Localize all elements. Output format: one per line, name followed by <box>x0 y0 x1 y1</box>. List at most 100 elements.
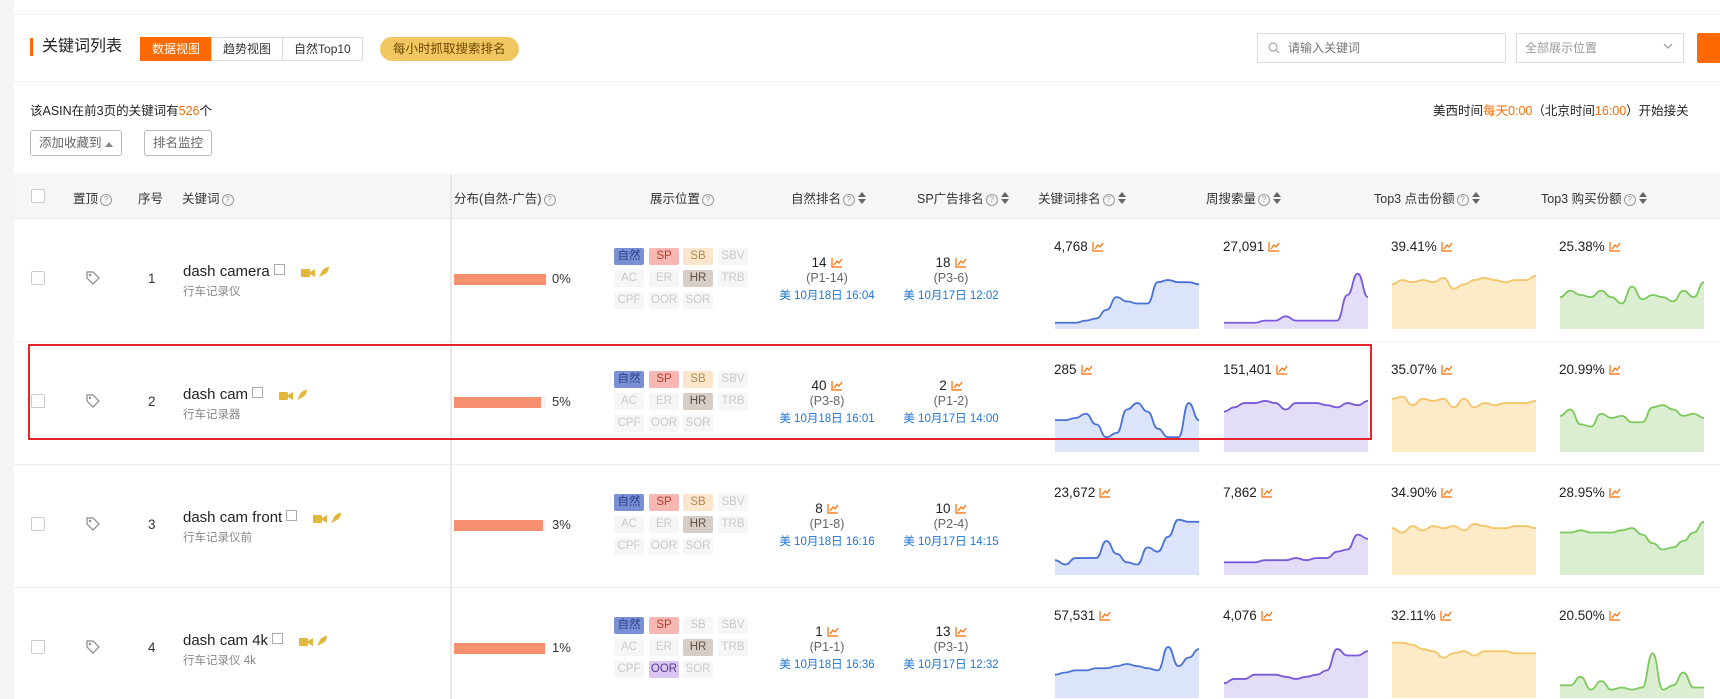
rocket-icon[interactable] <box>330 512 342 524</box>
help-icon[interactable]: ? <box>1258 194 1271 206</box>
trend-chart-icon[interactable] <box>1609 610 1621 621</box>
copy-icon[interactable] <box>272 633 284 644</box>
col-weekly-search[interactable]: 周搜索量? <box>1206 188 1282 207</box>
col-top3-click[interactable]: Top3 点击份额? <box>1374 188 1480 207</box>
help-icon[interactable]: ? <box>221 194 234 206</box>
trend-chart-icon[interactable] <box>1099 610 1111 621</box>
sparkline[interactable] <box>1391 507 1537 575</box>
view-tab-data[interactable]: 数据视图 <box>140 37 213 61</box>
sort-icon[interactable] <box>1117 192 1126 204</box>
keyword-count: 526 <box>178 104 200 118</box>
col-sp-rank[interactable]: SP广告排名? <box>917 188 1009 207</box>
help-icon[interactable]: ? <box>1102 194 1115 206</box>
keyword-text[interactable]: dash camera <box>183 263 330 280</box>
trend-chart-icon[interactable] <box>830 257 843 268</box>
col-keyword-rank[interactable]: 关键词排名? <box>1038 188 1126 207</box>
sort-icon[interactable] <box>858 192 867 204</box>
trend-chart-icon[interactable] <box>954 257 967 268</box>
sparkline[interactable] <box>1559 630 1705 698</box>
row-checkbox[interactable] <box>31 271 45 285</box>
trend-chart-icon[interactable] <box>1609 487 1621 498</box>
trend-chart-icon[interactable] <box>1441 487 1453 498</box>
pin-tag-icon[interactable] <box>85 639 101 655</box>
sparkline[interactable] <box>1054 630 1200 698</box>
trend-chart-icon[interactable] <box>954 503 967 514</box>
help-icon[interactable]: ? <box>100 194 113 206</box>
sp-time[interactable]: 美 10月17日 12:02 <box>891 287 1011 303</box>
trend-chart-icon[interactable] <box>1440 610 1452 621</box>
keyword-text[interactable]: dash cam front <box>183 509 342 526</box>
help-icon[interactable]: ? <box>702 194 715 206</box>
help-icon[interactable]: ? <box>1623 194 1636 206</box>
sparkline[interactable] <box>1391 384 1537 452</box>
trend-chart-icon[interactable] <box>1268 241 1280 252</box>
view-tab-top10[interactable]: 自然Top10 <box>282 37 363 61</box>
trend-chart-icon[interactable] <box>1092 241 1104 252</box>
pin-tag-icon[interactable] <box>85 270 101 286</box>
trend-chart-icon[interactable] <box>1441 364 1453 375</box>
sort-icon[interactable] <box>1000 192 1009 204</box>
sparkline[interactable] <box>1559 384 1705 452</box>
keyword-list-page: 关键词列表 数据视图 趋势视图 自然Top10 每小时抓取搜索排名 全部展示位置… <box>0 0 1720 699</box>
col-top3-purchase[interactable]: Top3 购买份额? <box>1541 188 1647 207</box>
help-icon[interactable]: ? <box>985 194 998 206</box>
export-button[interactable] <box>1697 33 1720 63</box>
sp-time[interactable]: 美 10月17日 14:15 <box>891 533 1011 549</box>
sort-icon[interactable] <box>1273 192 1282 204</box>
sp-rank: 18 <box>891 255 1011 270</box>
sparkline[interactable] <box>1223 261 1369 329</box>
video-icon[interactable] <box>300 266 315 278</box>
sparkline[interactable] <box>1559 507 1705 575</box>
trend-chart-icon[interactable] <box>1609 241 1621 252</box>
sparkline[interactable] <box>1391 630 1537 698</box>
pin-tag-icon[interactable] <box>85 516 101 532</box>
video-icon[interactable] <box>299 635 314 647</box>
sort-icon[interactable] <box>1471 192 1480 204</box>
sparkline[interactable] <box>1054 507 1200 575</box>
help-icon[interactable]: ? <box>1456 194 1469 206</box>
help-icon[interactable]: ? <box>843 194 856 206</box>
organic-time[interactable]: 美 10月18日 16:36 <box>767 656 887 672</box>
view-tab-trend[interactable]: 趋势视图 <box>211 37 284 61</box>
keyword-search-box[interactable] <box>1257 33 1506 63</box>
top3-click-value-text: 35.07% <box>1391 362 1437 377</box>
sparkline[interactable] <box>1559 261 1705 329</box>
col-organic-rank[interactable]: 自然排名? <box>791 188 867 207</box>
keyword-text[interactable]: dash cam 4k <box>183 632 328 649</box>
sort-icon[interactable] <box>1638 192 1647 204</box>
trend-chart-icon[interactable] <box>1261 487 1273 498</box>
trend-chart-icon[interactable] <box>827 503 839 514</box>
sp-rank-cell: 13 (P3-1) 美 10月17日 12:32 <box>891 624 1011 672</box>
col-keyword: 关键词? <box>182 188 234 207</box>
rocket-icon[interactable] <box>318 266 330 278</box>
sp-time[interactable]: 美 10月17日 12:32 <box>891 656 1011 672</box>
rocket-icon[interactable] <box>316 635 328 647</box>
copy-icon[interactable] <box>273 264 285 275</box>
row-checkbox[interactable] <box>31 640 45 654</box>
organic-time[interactable]: 美 10月18日 16:16 <box>767 533 887 549</box>
video-icon[interactable] <box>313 512 328 524</box>
trend-chart-icon[interactable] <box>1441 241 1453 252</box>
organic-time[interactable]: 美 10月18日 16:04 <box>767 287 887 303</box>
trend-chart-icon[interactable] <box>1099 487 1111 498</box>
keyword-search-input[interactable] <box>1286 40 1490 56</box>
keyword-rank-value: 4,768 <box>1054 239 1104 254</box>
copy-icon[interactable] <box>286 510 298 521</box>
select-all-checkbox[interactable] <box>31 189 45 203</box>
row-checkbox[interactable] <box>31 517 45 531</box>
sparkline[interactable] <box>1391 261 1537 329</box>
add-favorite-button[interactable]: 添加收藏到 <box>30 130 122 156</box>
sparkline[interactable] <box>1223 507 1369 575</box>
trend-chart-icon[interactable] <box>954 626 967 637</box>
trend-chart-icon[interactable] <box>827 626 839 637</box>
help-icon[interactable]: ? <box>543 194 556 206</box>
position-select[interactable]: 全部展示位置 <box>1516 33 1684 63</box>
trend-chart-icon[interactable] <box>1609 364 1621 375</box>
keyword-translation: 行车记录仪前 <box>183 532 252 544</box>
sparkline[interactable] <box>1223 630 1369 698</box>
time-prefix: 美西时间 <box>1433 104 1484 118</box>
hourly-crawl-badge[interactable]: 每小时抓取搜索排名 <box>380 37 519 61</box>
rank-monitor-button[interactable]: 排名监控 <box>144 130 213 156</box>
trend-chart-icon[interactable] <box>1261 610 1273 621</box>
sparkline[interactable] <box>1054 261 1200 329</box>
